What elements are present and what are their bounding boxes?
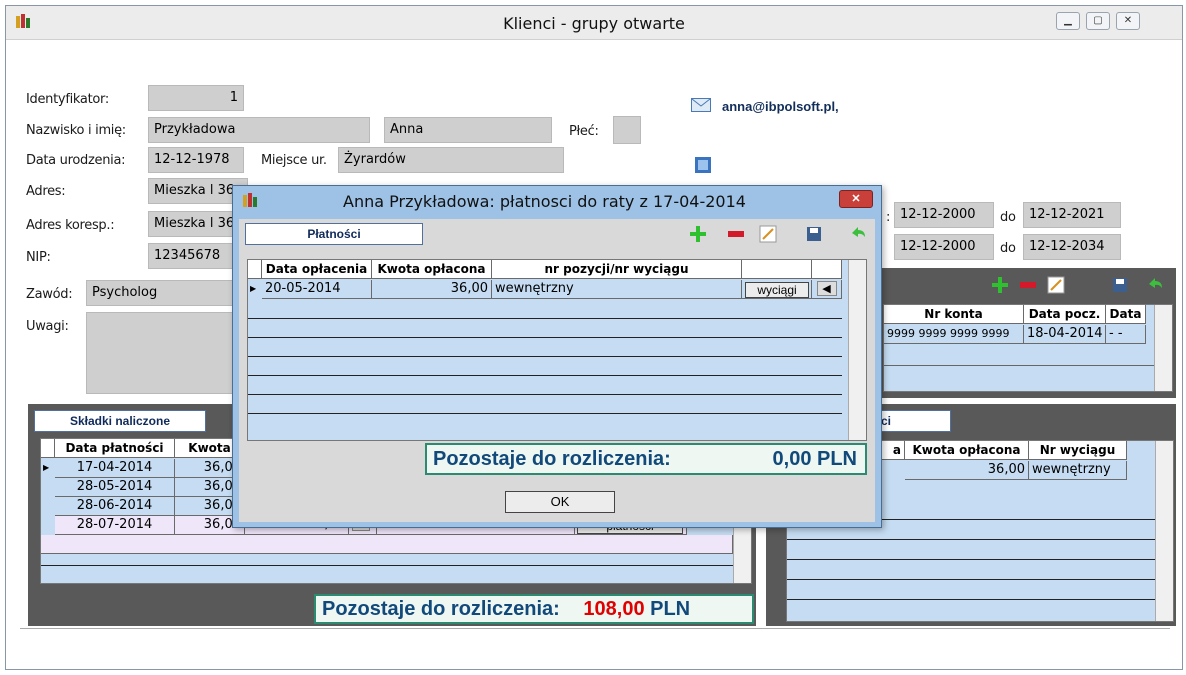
date-to-label-2: do — [1000, 241, 1016, 256]
address-label: Adres: — [26, 184, 66, 199]
dialog-summary-label: Pozostaje do rozliczenia: — [433, 448, 671, 470]
dialog-summary-box: Pozostaje do rozliczenia: 0,00 PLN — [425, 443, 867, 475]
dialog-header-amount: Kwota opłacona — [372, 260, 492, 279]
dialog-app-icon — [241, 192, 259, 213]
firstname-field[interactable]: Anna — [384, 117, 552, 143]
accounts-header-0: Nr konta — [884, 305, 1024, 324]
edit-icon[interactable] — [1047, 276, 1065, 297]
payments-dialog: Anna Przykładowa: płatnosci do raty z 17… — [232, 185, 882, 528]
notes-field[interactable] — [86, 312, 248, 394]
accounts-header-2: Data — [1106, 305, 1146, 324]
dates-prefix: : — [886, 210, 891, 225]
title-bar: Klienci - grupy otwarte ▁ ▢ ✕ — [6, 6, 1182, 40]
dialog-header-arrow — [812, 260, 842, 279]
contrib-empty-row — [41, 535, 733, 554]
dialog-header-ref: nr pozycji/nr wyciągu — [492, 260, 742, 279]
account-end: - - — [1106, 325, 1146, 344]
row-selector-header — [41, 439, 55, 458]
job-field[interactable]: Psycholog — [86, 280, 248, 306]
id-label: Identyfikator: — [26, 92, 109, 107]
footer-divider — [20, 628, 1170, 629]
date-to-1[interactable]: 12-12-2021 — [1023, 202, 1121, 228]
delete-icon[interactable] — [727, 225, 745, 246]
payments-right-tab[interactable]: ci — [876, 410, 951, 432]
date-from-2[interactable]: 12-12-2000 — [894, 234, 994, 260]
row-pointer-icon: ▶ — [43, 463, 50, 472]
date-to-label-1: do — [1000, 210, 1016, 225]
account-start: 18-04-2014 — [1024, 325, 1106, 344]
ok-button[interactable]: OK — [505, 491, 615, 513]
job-label: Zawód: — [26, 287, 73, 302]
payments-right-header-2: Nr wyciągu — [1029, 441, 1127, 460]
nip-label: NIP: — [26, 250, 51, 265]
birth-label: Data urodzenia: — [26, 153, 126, 168]
contrib-header-date: Data płatności — [55, 439, 175, 458]
minimize-button[interactable]: ▁ — [1056, 12, 1080, 30]
contrib-row-date: 28-06-2014 — [55, 497, 175, 516]
payments-right-amount: 36,00 — [905, 461, 1029, 480]
contrib-summary-box: Pozostaje do rozliczenia: 108,00 PLN — [314, 594, 754, 624]
accounts-grid[interactable]: Nr konta Data pocz. Data 9999 9999 9999 … — [883, 304, 1173, 392]
contrib-row-date: 28-07-2014 — [55, 516, 175, 535]
accounts-panel: Nr konta Data pocz. Data 9999 9999 9999 … — [881, 268, 1176, 398]
edit-icon[interactable] — [759, 225, 777, 246]
save-icon[interactable] — [1111, 276, 1129, 297]
maximize-button[interactable]: ▢ — [1086, 12, 1110, 30]
undo-icon[interactable] — [1146, 276, 1164, 297]
payments-right-ref: wewnętrzny — [1029, 461, 1127, 480]
contrib-summary-currency: PLN — [650, 598, 691, 620]
account-number: 9999 9999 9999 9999 — [884, 325, 1024, 344]
dialog-header-date: Data opłacenia — [262, 260, 372, 279]
contrib-summary-label: Pozostaje do rozliczenia: — [322, 598, 560, 620]
dialog-summary-amount: 0,00 PLN — [772, 448, 857, 470]
undo-icon[interactable] — [849, 225, 867, 246]
dialog-title: Anna Przykładowa: płatnosci do raty z 17… — [343, 192, 746, 211]
delete-icon[interactable] — [1019, 276, 1037, 297]
email-link[interactable]: anna@ibpolsoft.pl, — [722, 99, 839, 114]
dialog-header-btn — [742, 260, 812, 279]
dialog-row-arrow-cell: ◀ — [812, 280, 842, 299]
name-label: Nazwisko i imię: — [26, 123, 126, 138]
save-icon[interactable] — [805, 225, 823, 246]
birth-field[interactable]: 12-12-1978 — [148, 147, 244, 173]
dialog-grid-scrollbar[interactable] — [848, 260, 866, 440]
id-field[interactable]: 1 — [148, 85, 244, 111]
dialog-body: Płatności Data opłacenia Kwota opłacona … — [239, 219, 875, 522]
close-button[interactable]: ✕ — [1116, 12, 1140, 30]
mail-icon[interactable] — [691, 98, 711, 115]
contributions-tab[interactable]: Składki naliczone — [34, 410, 206, 432]
birthplace-field[interactable]: Żyrardów — [338, 147, 564, 173]
date-from-1[interactable]: 12-12-2000 — [894, 202, 994, 228]
contrib-row-date: 28-05-2014 — [55, 478, 175, 497]
gender-field[interactable] — [613, 116, 641, 144]
dialog-payments-grid[interactable]: Data opłacenia Kwota opłacona nr pozycji… — [247, 259, 867, 441]
notes-label: Uwagi: — [26, 319, 69, 334]
dialog-row-amount: 36,00 — [372, 280, 492, 299]
dialog-row-date: 20-05-2014 — [262, 280, 372, 299]
address2-label: Adres koresp.: — [26, 218, 115, 233]
surname-field[interactable]: Przykładowa — [148, 117, 370, 143]
book-icon[interactable] — [694, 156, 712, 177]
payments-right-header-1: Kwota opłacona — [905, 441, 1029, 460]
date-to-2[interactable]: 12-12-2034 — [1023, 234, 1121, 260]
dialog-row-ref: wewnętrzny — [492, 280, 742, 299]
add-icon[interactable] — [991, 276, 1009, 297]
dialog-tab-payments[interactable]: Płatności — [245, 223, 423, 245]
accounts-scrollbar[interactable] — [1154, 305, 1172, 391]
birthplace-label: Miejsce ur. — [261, 153, 327, 168]
accounts-header-1: Data pocz. — [1024, 305, 1106, 324]
payments-right-scrollbar[interactable] — [1155, 441, 1173, 621]
row-pointer-icon: ▶ — [250, 284, 257, 293]
contrib-row-date: 17-04-2014 — [55, 459, 175, 478]
window-title: Klienci - grupy otwarte — [503, 14, 685, 33]
dialog-close-button[interactable]: ✕ — [839, 190, 873, 208]
gender-label: Płeć: — [569, 124, 599, 139]
dialog-row-selector-header — [248, 260, 262, 279]
statements-button[interactable]: wyciągi — [745, 282, 809, 298]
contrib-summary-amount: 108,00 — [583, 598, 645, 620]
back-arrow-icon[interactable]: ◀ — [816, 281, 837, 296]
add-icon[interactable] — [689, 225, 707, 246]
